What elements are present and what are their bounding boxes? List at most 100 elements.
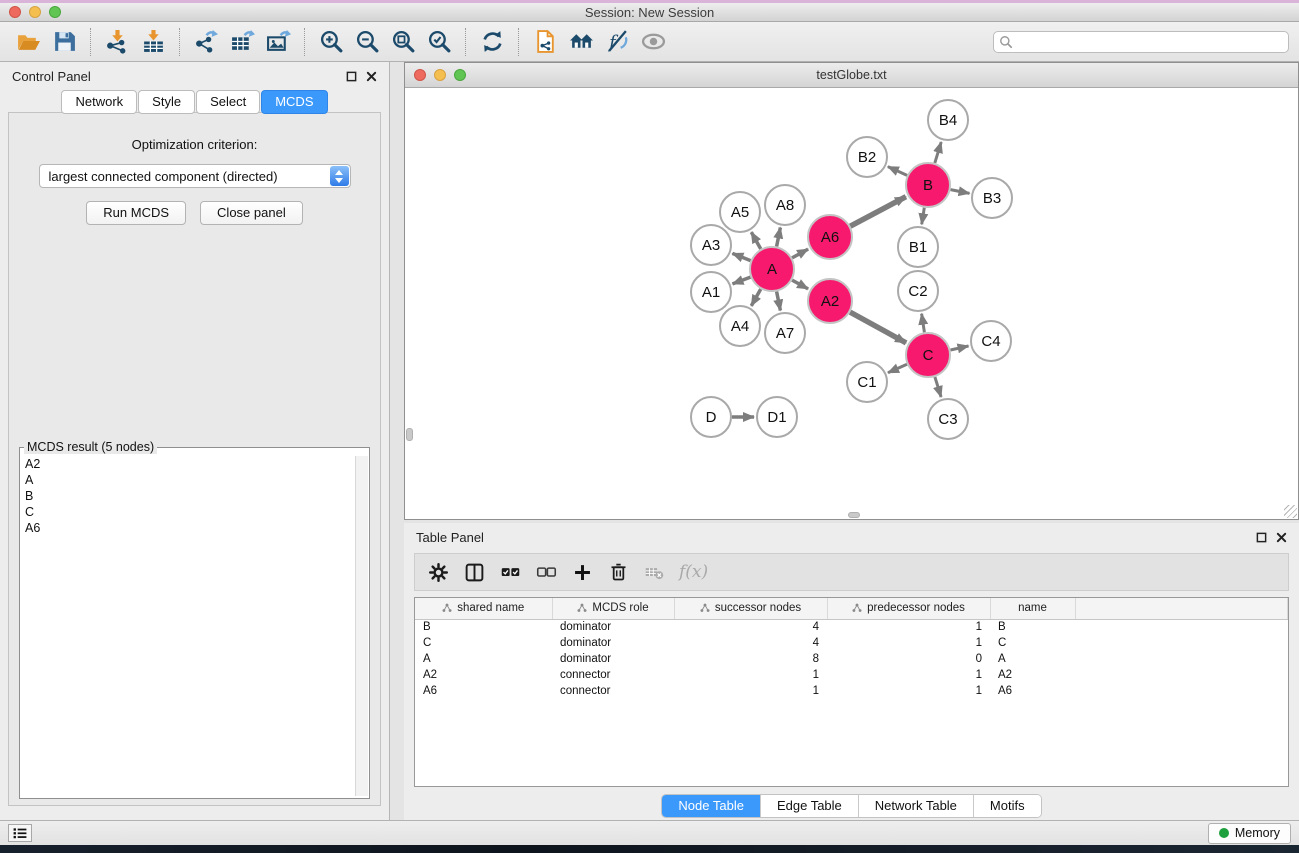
table-cell[interactable]: connector — [552, 667, 674, 683]
table-cell[interactable]: connector — [552, 683, 674, 699]
network-graph[interactable]: B4B2BB3A5A8A6A3B1AA1C2A2A4A7C4CC1DD1C3 — [405, 88, 1298, 519]
table-cell[interactable]: A6 — [990, 683, 1075, 699]
mcds-result-item[interactable]: B — [22, 488, 354, 504]
node-B[interactable]: B — [906, 163, 950, 207]
table-cell[interactable]: 1 — [674, 683, 827, 699]
graphics-details-button[interactable]: f — [599, 26, 635, 58]
unselect-all-button[interactable] — [531, 557, 561, 587]
edge-A-A4[interactable] — [751, 289, 760, 306]
search-input[interactable] — [993, 31, 1289, 53]
mcds-result-item[interactable]: A — [22, 472, 354, 488]
node-D1[interactable]: D1 — [757, 397, 797, 437]
table-cell[interactable]: A6 — [415, 683, 552, 699]
edge-B-B1[interactable] — [922, 208, 925, 225]
tab-select[interactable]: Select — [196, 90, 260, 114]
tab-edge-table[interactable]: Edge Table — [761, 795, 859, 817]
result-scrollbar[interactable] — [355, 456, 368, 796]
close-panel-icon[interactable] — [366, 71, 377, 82]
node-C3[interactable]: C3 — [928, 399, 968, 439]
node-C2[interactable]: C2 — [898, 271, 938, 311]
close-table-panel-icon[interactable] — [1276, 532, 1287, 543]
node-C[interactable]: C — [906, 333, 950, 377]
zoom-in-button[interactable] — [313, 26, 349, 58]
mcds-result-list[interactable]: A2ABCA6 — [22, 456, 354, 796]
eye-button[interactable] — [635, 26, 671, 58]
node-A5[interactable]: A5 — [720, 192, 760, 232]
table-cell[interactable]: C — [415, 635, 552, 651]
node-A6[interactable]: A6 — [808, 215, 852, 259]
memory-button[interactable]: Memory — [1208, 823, 1291, 844]
node-C4[interactable]: C4 — [971, 321, 1011, 361]
tab-network-table[interactable]: Network Table — [859, 795, 974, 817]
cybrowser-home-button[interactable] — [563, 26, 599, 58]
node-A4[interactable]: A4 — [720, 306, 760, 346]
node-D[interactable]: D — [691, 397, 731, 437]
edge-A-A5[interactable] — [751, 232, 760, 249]
function-builder-button[interactable]: f(x) — [675, 557, 708, 587]
open-file-button[interactable] — [10, 26, 46, 58]
zoom-fit-button[interactable] — [385, 26, 421, 58]
tab-node-table[interactable]: Node Table — [662, 795, 761, 817]
table-cell[interactable]: 1 — [674, 667, 827, 683]
vertical-scrollbar-thumb[interactable] — [406, 428, 413, 441]
node-A8[interactable]: A8 — [765, 185, 805, 225]
edge-C-C1[interactable] — [888, 364, 907, 372]
table-row[interactable]: Cdominator41C — [415, 635, 1288, 651]
node-C1[interactable]: C1 — [847, 362, 887, 402]
float-panel-icon[interactable] — [346, 71, 357, 82]
edge-B-B2[interactable] — [888, 167, 907, 176]
import-table-button[interactable] — [135, 26, 171, 58]
save-session-button[interactable] — [46, 26, 82, 58]
table-cell[interactable]: A — [990, 651, 1075, 667]
select-all-button[interactable] — [495, 557, 525, 587]
delete-table-button[interactable] — [639, 557, 669, 587]
export-network-button[interactable] — [188, 26, 224, 58]
edge-C-C4[interactable] — [951, 346, 969, 350]
table-cell[interactable]: B — [990, 619, 1075, 635]
table-cell[interactable]: A — [415, 651, 552, 667]
table-cell[interactable]: 1 — [827, 619, 990, 635]
zoom-selected-button[interactable] — [421, 26, 457, 58]
node-B2[interactable]: B2 — [847, 137, 887, 177]
delete-column-button[interactable] — [603, 557, 633, 587]
table-cell[interactable]: dominator — [552, 635, 674, 651]
edge-A-A7[interactable] — [777, 292, 781, 311]
export-table-button[interactable] — [224, 26, 260, 58]
table-row[interactable]: Adominator80A — [415, 651, 1288, 667]
column-header-predecessor-nodes[interactable]: predecessor nodes — [827, 598, 990, 619]
edge-A-A2[interactable] — [792, 280, 808, 289]
split-columns-button[interactable] — [459, 557, 489, 587]
zoom-out-button[interactable] — [349, 26, 385, 58]
export-image-button[interactable] — [260, 26, 296, 58]
node-A3[interactable]: A3 — [691, 225, 731, 265]
resize-grip[interactable] — [1284, 505, 1297, 518]
tab-mcds[interactable]: MCDS — [261, 90, 327, 114]
table-row[interactable]: A2connector11A2 — [415, 667, 1288, 683]
mcds-result-item[interactable]: C — [22, 504, 354, 520]
column-header-name[interactable]: name — [990, 598, 1075, 619]
table-cell[interactable]: 4 — [674, 619, 827, 635]
mcds-result-item[interactable]: A6 — [22, 520, 354, 536]
horizontal-scrollbar-thumb[interactable] — [848, 512, 860, 518]
edge-C-C2[interactable] — [922, 314, 925, 333]
optimization-criterion-select[interactable]: largest connected component (directed) — [39, 164, 351, 188]
table-cell[interactable]: 8 — [674, 651, 827, 667]
edge-B-B4[interactable] — [935, 142, 941, 163]
node-A7[interactable]: A7 — [765, 313, 805, 353]
node-B3[interactable]: B3 — [972, 178, 1012, 218]
table-cell[interactable]: dominator — [552, 619, 674, 635]
table-cell[interactable]: 1 — [827, 683, 990, 699]
table-cell[interactable]: C — [990, 635, 1075, 651]
edge-A-A6[interactable] — [792, 249, 808, 258]
table-cell[interactable]: 1 — [827, 667, 990, 683]
node-A1[interactable]: A1 — [691, 272, 731, 312]
new-network-from-selection-button[interactable] — [527, 26, 563, 58]
edge-A-A8[interactable] — [777, 228, 781, 247]
table-cell[interactable]: B — [415, 619, 552, 635]
edge-C-C3[interactable] — [935, 377, 941, 397]
column-header-MCDS-role[interactable]: MCDS role — [552, 598, 674, 619]
node-B4[interactable]: B4 — [928, 100, 968, 140]
edge-A6-B[interactable] — [850, 197, 906, 227]
node-B1[interactable]: B1 — [898, 227, 938, 267]
table-cell[interactable]: dominator — [552, 651, 674, 667]
